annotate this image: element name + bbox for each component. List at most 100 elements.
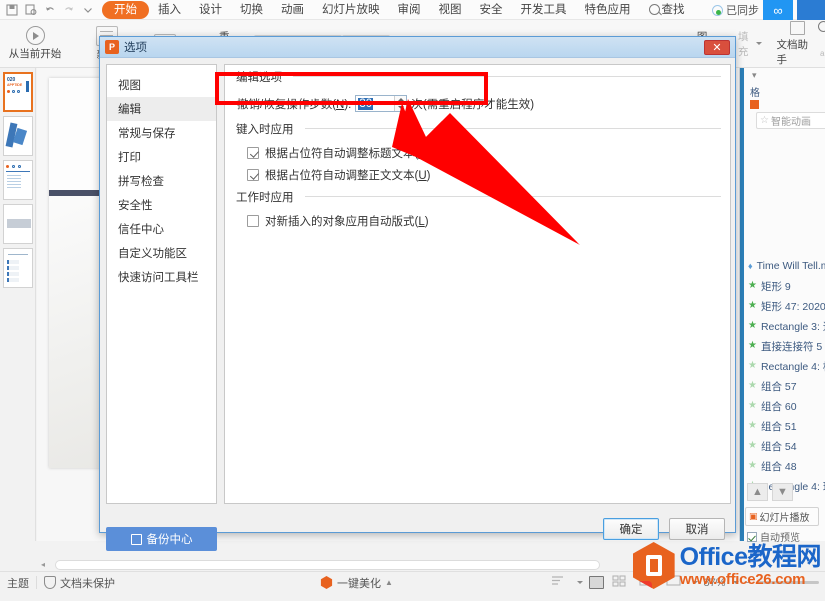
tab-view[interactable]: 视图	[430, 0, 471, 20]
move-up-button[interactable]: ▲	[747, 483, 768, 501]
customize-qat-icon[interactable]	[82, 4, 94, 16]
autofit-title-checkbox[interactable]: 根据占位符自动调整标题文本(A)	[247, 145, 430, 161]
list-item[interactable]: ★组合 57	[744, 376, 825, 396]
backup-center-button[interactable]: 备份中心	[106, 527, 217, 551]
audio-icon: ♦	[748, 261, 753, 271]
options-dialog[interactable]: P 选项 ✕ 视图 编辑 常规与保存 打印 拼写检查 安全性 信任中心 自定义功…	[99, 36, 736, 533]
beautify-button[interactable]: 一键美化 ▲	[320, 575, 393, 591]
dialog-title: 选项	[124, 39, 147, 55]
theme-status[interactable]: 主题	[0, 575, 36, 591]
slideshow-play-button[interactable]: ▣ 幻灯片播放	[745, 507, 819, 526]
list-item[interactable]: ★矩形 47: 2020	[744, 296, 825, 316]
checkbox-icon	[747, 532, 757, 542]
sync-status[interactable]: 已同步	[712, 2, 759, 18]
dialog-body: 视图 编辑 常规与保存 打印 拼写检查 安全性 信任中心 自定义功能区 快速访问…	[100, 58, 737, 534]
slide-thumbnail-1[interactable]: 020 APPTIDE	[3, 72, 33, 112]
office-logo-icon	[633, 542, 675, 589]
chevron-down-icon	[577, 581, 583, 584]
slide-thumbnail-3[interactable]	[3, 160, 33, 200]
slide-thumbnail-4[interactable]	[3, 204, 33, 244]
tab-start[interactable]: 开始	[102, 1, 149, 19]
outline-view-icon[interactable]	[551, 574, 568, 591]
undo-steps-label: 撤销/恢复操作步数(N):	[237, 96, 351, 112]
theme-label: 主题	[7, 575, 29, 591]
tab-featured[interactable]: 特色应用	[576, 0, 640, 20]
find-button[interactable]: 查找	[818, 19, 825, 34]
tab-find[interactable]: 查找	[640, 0, 694, 20]
protection-status[interactable]: 文档未保护	[37, 575, 122, 591]
slideshow-play-label: 幻灯片播放	[760, 509, 810, 524]
spinner-up-icon[interactable]	[398, 98, 404, 101]
scroll-left-arrow[interactable]: ◂	[41, 560, 45, 569]
nav-item-trust[interactable]: 信任中心	[107, 217, 216, 241]
dialog-title-bar[interactable]: P 选项 ✕	[100, 37, 735, 58]
tab-slideshow[interactable]: 幻灯片放映	[313, 0, 389, 20]
ribbon-tabs: 开始 插入 设计 切换 动画 幻灯片放映 审阅 视图 安全 开发工具 特色应用 …	[102, 0, 694, 20]
nav-item-edit[interactable]: 编辑	[107, 97, 216, 121]
from-current-slide-button[interactable]: 从当前开始	[4, 21, 66, 67]
backup-icon	[131, 534, 142, 545]
chevron-up-icon: ▲	[385, 578, 393, 587]
nav-item-security[interactable]: 安全性	[107, 193, 216, 217]
ok-button[interactable]: 确定	[603, 518, 659, 540]
list-item[interactable]: ★组合 48	[744, 456, 825, 476]
nav-item-spelling[interactable]: 拼写检查	[107, 169, 216, 193]
animation-list[interactable]: ♦Time Will Tell.mp3 ★矩形 9 ★矩形 47: 2020 ★…	[744, 256, 825, 496]
nav-item-quickaccess[interactable]: 快速访问工具栏	[107, 265, 216, 289]
slide-thumbnail-5[interactable]	[3, 248, 33, 288]
replace-button[interactable]: ab 替换	[818, 39, 825, 69]
document-glyph	[646, 555, 662, 576]
smart-animation-button[interactable]: ☆ 智能动画	[756, 112, 825, 129]
slide-sorter-icon[interactable]	[612, 574, 629, 591]
tab-transition[interactable]: 切换	[231, 0, 272, 20]
nav-item-customize[interactable]: 自定义功能区	[107, 241, 216, 265]
tab-insert[interactable]: 插入	[149, 0, 190, 20]
list-item[interactable]: ★组合 54	[744, 436, 825, 456]
tab-developer[interactable]: 开发工具	[512, 0, 576, 20]
nav-item-print[interactable]: 打印	[107, 145, 216, 169]
dialog-nav-list[interactable]: 视图 编辑 常规与保存 打印 拼写检查 安全性 信任中心 自定义功能区 快速访问…	[106, 64, 217, 504]
print-preview-icon[interactable]	[25, 4, 37, 16]
list-item[interactable]: ★直接连接符 5	[744, 336, 825, 356]
undo-steps-input[interactable]: 30	[355, 95, 407, 112]
list-item[interactable]: ★组合 60	[744, 396, 825, 416]
close-label: ✕	[712, 41, 721, 54]
tab-animation[interactable]: 动画	[272, 0, 313, 20]
cancel-button[interactable]: 取消	[669, 518, 725, 540]
auto-layout-checkbox[interactable]: 对新插入的对象应用自动版式(L)	[247, 213, 429, 229]
account-badge[interactable]	[797, 0, 825, 20]
redo-icon[interactable]	[63, 4, 75, 16]
checkbox-icon	[247, 169, 259, 181]
slide-thumbnail-panel[interactable]: 020 APPTIDE	[0, 68, 36, 541]
move-down-button[interactable]: ▼	[772, 483, 793, 501]
ribbon-group-tools: 文档助手 查找 ab 替换	[773, 20, 825, 68]
tab-review[interactable]: 审阅	[389, 0, 430, 20]
scroll-track[interactable]	[55, 560, 600, 570]
infinity-icon[interactable]: ∞	[763, 0, 793, 20]
pane-color-swatch[interactable]	[750, 100, 759, 109]
list-item[interactable]: ★矩形 9	[744, 276, 825, 296]
nav-item-view[interactable]: 视图	[107, 73, 216, 97]
spinner-down-icon[interactable]	[398, 106, 404, 109]
pane-caret-icon[interactable]: ▾	[752, 70, 757, 81]
sync-label: 已同步	[726, 2, 759, 18]
nav-item-general[interactable]: 常规与保存	[107, 121, 216, 145]
list-item[interactable]: ★Rectangle 3: 述职	[744, 316, 825, 336]
horizontal-scrollbar[interactable]: ◂	[37, 559, 617, 571]
tab-design[interactable]: 设计	[190, 0, 231, 20]
doc-assistant-button[interactable]: 文档助手	[777, 21, 818, 67]
normal-view-icon[interactable]	[589, 576, 604, 589]
spinner-buttons[interactable]	[394, 96, 406, 111]
autofit-body-checkbox[interactable]: 根据占位符自动调整正文文本(U)	[247, 167, 430, 183]
slide-thumbnail-2[interactable]	[3, 116, 33, 156]
tab-security[interactable]: 安全	[471, 0, 512, 20]
save-icon[interactable]	[6, 4, 18, 16]
list-item[interactable]: ♦Time Will Tell.mp3	[744, 256, 825, 276]
close-icon[interactable]: ✕	[704, 40, 730, 55]
pane-label-fragment: 格	[750, 84, 760, 99]
list-item[interactable]: ★组合 51	[744, 416, 825, 436]
list-item[interactable]: ★Rectangle 4: 框架	[744, 356, 825, 376]
animation-pane[interactable]: ▾ 格 ☆ 智能动画 ♦Time Will Tell.mp3 ★矩形 9 ★矩形…	[739, 68, 825, 541]
watermark: Office教程网 www.office26.com	[633, 542, 821, 589]
undo-icon[interactable]	[44, 4, 56, 16]
